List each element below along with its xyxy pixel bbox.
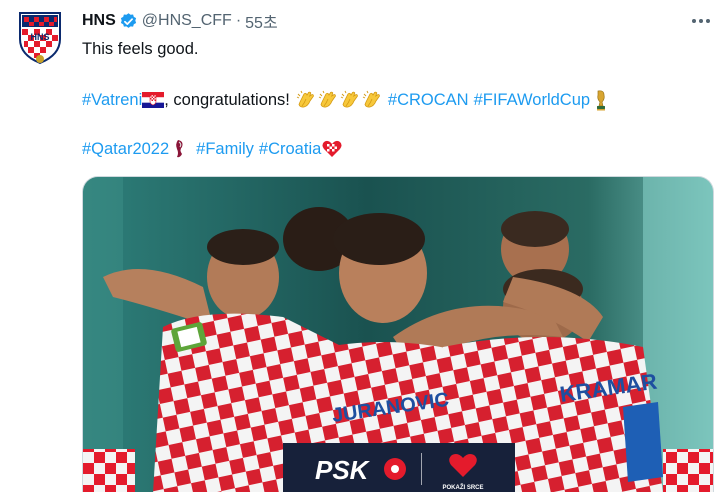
hashtag-crocan[interactable]: #CROCAN: [388, 89, 469, 111]
hashtag-fifaworldcup[interactable]: #FIFAWorldCup: [474, 89, 590, 111]
world-cup-trophy-icon: [590, 89, 612, 111]
hashtag-croatia[interactable]: #Croatia: [259, 138, 321, 160]
hns-crest-icon: HNS: [19, 12, 61, 65]
more-horizontal-icon: [692, 19, 696, 23]
more-options-button[interactable]: [688, 8, 714, 34]
timestamp[interactable]: 55초: [245, 9, 278, 33]
verified-badge-icon: [119, 12, 138, 31]
clapping-hands-icon: [317, 89, 339, 111]
congrats-text: , congratulations!: [164, 91, 290, 109]
croatia-flag-icon: [142, 89, 165, 111]
tweet-line-1: This feels good.: [82, 40, 199, 58]
team-celebration-image: KRAMAR JURANOVIC PSK POKAŽI SRCE: [83, 177, 713, 492]
clapping-hands-icon: [339, 89, 361, 111]
clapping-hands-icon: [295, 89, 317, 111]
hashtag-qatar2022[interactable]: #Qatar2022: [82, 138, 169, 160]
hashtag-family[interactable]: #Family: [196, 138, 254, 160]
separator-dot: ·: [235, 12, 242, 29]
clapping-hands-icon: [361, 89, 383, 111]
tweet[interactable]: HNS HNS @HNS_CFF · 55초 This feels good. …: [0, 0, 722, 492]
football-icon: [384, 458, 406, 480]
sponsor-logo-text: PSK: [315, 455, 371, 485]
croatia-heart-icon: [321, 138, 343, 160]
svg-text:HNS: HNS: [30, 32, 49, 42]
display-name[interactable]: HNS: [82, 12, 116, 30]
tweet-photo[interactable]: KRAMAR JURANOVIC PSK POKAŽI SRCE: [82, 176, 714, 492]
handle[interactable]: @HNS_CFF: [142, 12, 232, 30]
tweet-header: HNS @HNS_CFF · 55초: [82, 10, 278, 32]
hashtag-vatreni[interactable]: #Vatreni: [82, 89, 142, 111]
sponsor-tagline: POKAŽI SRCE: [442, 483, 483, 491]
avatar[interactable]: HNS: [16, 9, 64, 65]
qatar-2022-icon: [169, 138, 191, 160]
